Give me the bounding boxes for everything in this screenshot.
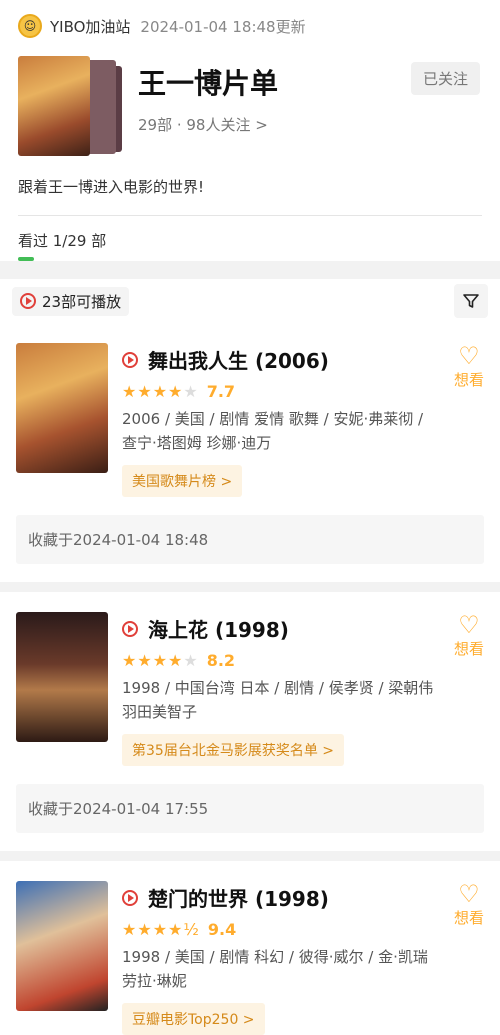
movie-title[interactable]: 海上花 (1998): [122, 614, 438, 643]
chart-tag[interactable]: 美国歌舞片榜 >: [122, 465, 243, 497]
rating-stars: ★★★★★: [122, 382, 199, 401]
play-icon: [122, 620, 138, 637]
rating: ★★★★½ 9.4: [122, 920, 438, 939]
movie-poster[interactable]: [16, 881, 108, 1011]
want-to-watch-button[interactable]: ♡ 想看: [454, 343, 484, 390]
movie-title[interactable]: 楚门的世界 (1998): [122, 883, 438, 912]
playable-filter[interactable]: 23部可播放: [12, 286, 130, 316]
movie-description: 1998 / 中国台湾 日本 / 剧情 / 侯孝贤 / 梁朝伟 羽田美智子: [122, 679, 434, 721]
movie-poster[interactable]: [16, 343, 108, 473]
avatar[interactable]: ☺: [18, 14, 42, 38]
movie-card[interactable]: 楚门的世界 (1998) ★★★★½ 9.4 1998 / 美国 / 剧情 科幻…: [0, 861, 500, 1035]
list-description: 跟着王一博进入电影的世界!: [18, 156, 482, 216]
movie-title[interactable]: 舞出我人生 (2006): [122, 345, 438, 374]
want-to-watch-button[interactable]: ♡ 想看: [454, 612, 484, 659]
list-stats[interactable]: 29部 · 98人关注 >: [138, 114, 278, 135]
filter-bar: 23部可播放: [0, 271, 500, 323]
movie-card[interactable]: 舞出我人生 (2006) ★★★★★ 7.7 2006 / 美国 / 剧情 爱情…: [0, 323, 500, 582]
watched-progress: [18, 257, 482, 261]
heart-plus-icon: ♡: [458, 342, 480, 370]
want-to-watch-button[interactable]: ♡ 想看: [454, 881, 484, 928]
rating: ★★★★★ 8.2: [122, 651, 438, 670]
list-meta: 王一博片单 29部 · 98人关注 >: [138, 56, 278, 156]
rating: ★★★★★ 7.7: [122, 382, 438, 401]
rating-stars: ★★★★★: [122, 651, 199, 670]
follow-button[interactable]: 已关注: [410, 62, 480, 95]
list-cover: [18, 56, 122, 156]
filter-button[interactable]: [454, 284, 488, 318]
movie-title-text: 海上花 (1998): [148, 618, 289, 642]
filter-icon: [463, 294, 479, 308]
collected-time: 收藏于2024-01-04 18:48: [16, 515, 484, 564]
movie-title-text: 舞出我人生 (2006): [148, 349, 329, 373]
play-icon: [122, 889, 138, 906]
owner-name[interactable]: YIBO加油站: [50, 16, 130, 37]
chart-tag[interactable]: 豆瓣电影Top250 >: [122, 1003, 265, 1035]
want-label: 想看: [453, 909, 484, 927]
watched-count: 看过 1/29 部: [18, 232, 107, 250]
list-header: ☺ YIBO加油站 2024-01-04 18:48更新 王一博片单 29部 ·…: [0, 0, 500, 261]
cover-main: [18, 56, 90, 156]
movie-description: 2006 / 美国 / 剧情 爱情 歌舞 / 安妮·弗莱彻 / 查宁·塔图姆 珍…: [122, 410, 424, 452]
movie-poster[interactable]: [16, 612, 108, 742]
want-label: 想看: [453, 371, 484, 389]
rating-score: 9.4: [207, 920, 237, 939]
rating-stars: ★★★★½: [122, 920, 200, 939]
movie-description: 1998 / 美国 / 剧情 科幻 / 彼得·威尔 / 金·凯瑞 劳拉·琳妮: [122, 948, 428, 990]
heart-plus-icon: ♡: [458, 611, 480, 639]
movie-card[interactable]: 海上花 (1998) ★★★★★ 8.2 1998 / 中国台湾 日本 / 剧情…: [0, 592, 500, 851]
play-icon: [20, 293, 36, 309]
progress-fill: [18, 257, 34, 261]
play-icon: [122, 351, 138, 368]
playable-label: 23部可播放: [42, 292, 122, 311]
award-tag[interactable]: 第35届台北金马影展获奖名单 >: [122, 734, 344, 766]
rating-score: 7.7: [206, 382, 236, 401]
movie-title-text: 楚门的世界 (1998): [148, 887, 329, 911]
owner-line: ☺ YIBO加油站 2024-01-04 18:48更新: [18, 0, 482, 52]
collected-time: 收藏于2024-01-04 17:55: [16, 784, 484, 833]
list-info: 王一博片单 29部 · 98人关注 > 已关注: [18, 56, 482, 156]
rating-score: 8.2: [206, 651, 236, 670]
update-time: 2024-01-04 18:48更新: [140, 17, 306, 36]
page-title: 王一博片单: [138, 67, 279, 100]
want-label: 想看: [453, 640, 484, 658]
heart-plus-icon: ♡: [458, 880, 480, 908]
